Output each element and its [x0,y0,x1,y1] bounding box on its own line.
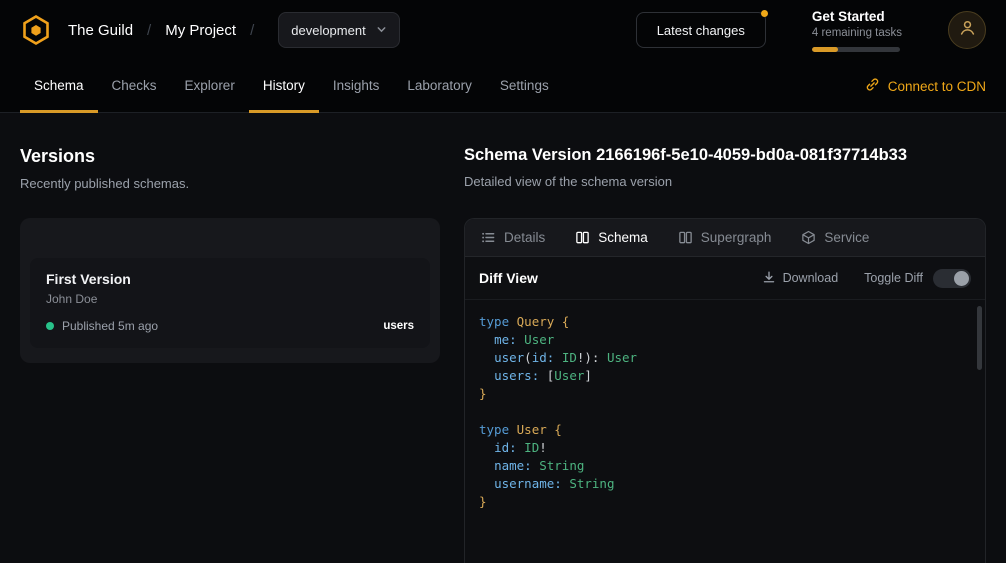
version-status-row: Published 5m ago users [46,319,414,333]
code-scrollbar-thumb[interactable] [977,306,982,370]
versions-column: Versions Recently published schemas. Fir… [20,146,440,563]
connect-to-cdn-link[interactable]: Connect to CDN [865,60,986,112]
target-nav: Schema Checks Explorer History Insights … [0,60,1006,113]
toggle-diff-label: Toggle Diff [864,271,923,285]
download-button[interactable]: Download [754,264,847,293]
versions-card: First Version John Doe Published 5m ago … [20,218,440,363]
tab-label: History [263,78,305,93]
version-detail-title: Schema Version 2166196f-5e10-4059-bd0a-0… [464,146,986,165]
breadcrumb-org[interactable]: The Guild [68,22,133,39]
versions-subtitle: Recently published schemas. [20,176,440,191]
version-detail-panel: Details Schema [464,218,986,563]
book-icon [575,230,590,245]
get-started-title: Get Started [812,9,902,24]
hive-logo-icon[interactable] [20,13,54,47]
tab-history[interactable]: History [249,60,319,113]
tab-label: Laboratory [407,78,472,93]
version-status: Published 5m ago [62,319,158,333]
version-author: John Doe [46,292,414,306]
link-icon [865,77,880,95]
download-icon [762,270,776,287]
latest-changes-label: Latest changes [657,23,745,38]
connect-to-cdn-label: Connect to CDN [888,79,986,94]
user-avatar[interactable] [948,11,986,49]
version-detail-subtitle: Detailed view of the schema version [464,174,986,189]
tab-label: Schema [34,78,84,93]
chevron-down-icon [376,23,387,38]
get-started-progress-fill [812,47,838,52]
tab-label: Checks [112,78,157,93]
breadcrumb-separator: / [250,22,254,39]
tab-label: Settings [500,78,549,93]
detail-tab-service[interactable]: Service [801,230,869,245]
diff-actions: Download Toggle Diff [754,264,971,293]
code-block: type Query { me: User user(id: ID!): Use… [479,313,971,511]
detail-tab-supergraph[interactable]: Supergraph [678,230,772,245]
get-started-tasks: 4 remaining tasks [812,27,902,39]
detail-tab-label: Schema [598,230,648,245]
target-select-value: development [291,23,365,38]
notification-dot [761,10,768,17]
tab-label: Explorer [185,78,235,93]
tab-schema[interactable]: Schema [20,60,98,113]
download-label: Download [783,271,839,285]
get-started-progress-bar [812,47,900,52]
detail-tab-label: Details [504,230,545,245]
target-select[interactable]: development [278,12,399,48]
cube-icon [801,230,816,245]
tab-label: Insights [333,78,380,93]
get-started-widget[interactable]: Get Started 4 remaining tasks [812,9,902,52]
diff-view-header: Diff View Download Toggle Diff [465,257,985,300]
toggle-diff-switch[interactable] [933,269,971,288]
detail-tab-bar: Details Schema [465,219,985,257]
breadcrumb: The Guild / My Project / [68,22,254,39]
breadcrumb-separator: / [147,22,151,39]
toggle-knob [954,271,969,286]
version-service-badge: users [383,320,414,332]
latest-changes-button[interactable]: Latest changes [636,12,766,48]
diff-view-title: Diff View [479,270,538,286]
detail-tab-label: Supergraph [701,230,772,245]
header-right-cluster: Latest changes Get Started 4 remaining t… [636,9,986,52]
version-list-item[interactable]: First Version John Doe Published 5m ago … [30,258,430,348]
list-icon [481,230,496,245]
detail-tab-label: Service [824,230,869,245]
tab-explorer[interactable]: Explorer [171,60,249,113]
person-icon [958,18,977,42]
version-detail-column: Schema Version 2166196f-5e10-4059-bd0a-0… [464,146,986,563]
tab-checks[interactable]: Checks [98,60,171,113]
version-name: First Version [46,271,414,287]
schema-code-area: type Query { me: User user(id: ID!): Use… [465,300,985,563]
published-dot-icon [46,322,54,330]
top-header: The Guild / My Project / development Lat… [0,0,1006,60]
breadcrumb-project[interactable]: My Project [165,22,236,39]
tab-insights[interactable]: Insights [319,60,394,113]
detail-tab-details[interactable]: Details [481,230,545,245]
main-content: Versions Recently published schemas. Fir… [0,113,1006,563]
book-icon [678,230,693,245]
versions-title: Versions [20,146,440,167]
detail-tab-schema[interactable]: Schema [575,230,648,245]
tab-laboratory[interactable]: Laboratory [393,60,486,113]
tab-settings[interactable]: Settings [486,60,563,113]
